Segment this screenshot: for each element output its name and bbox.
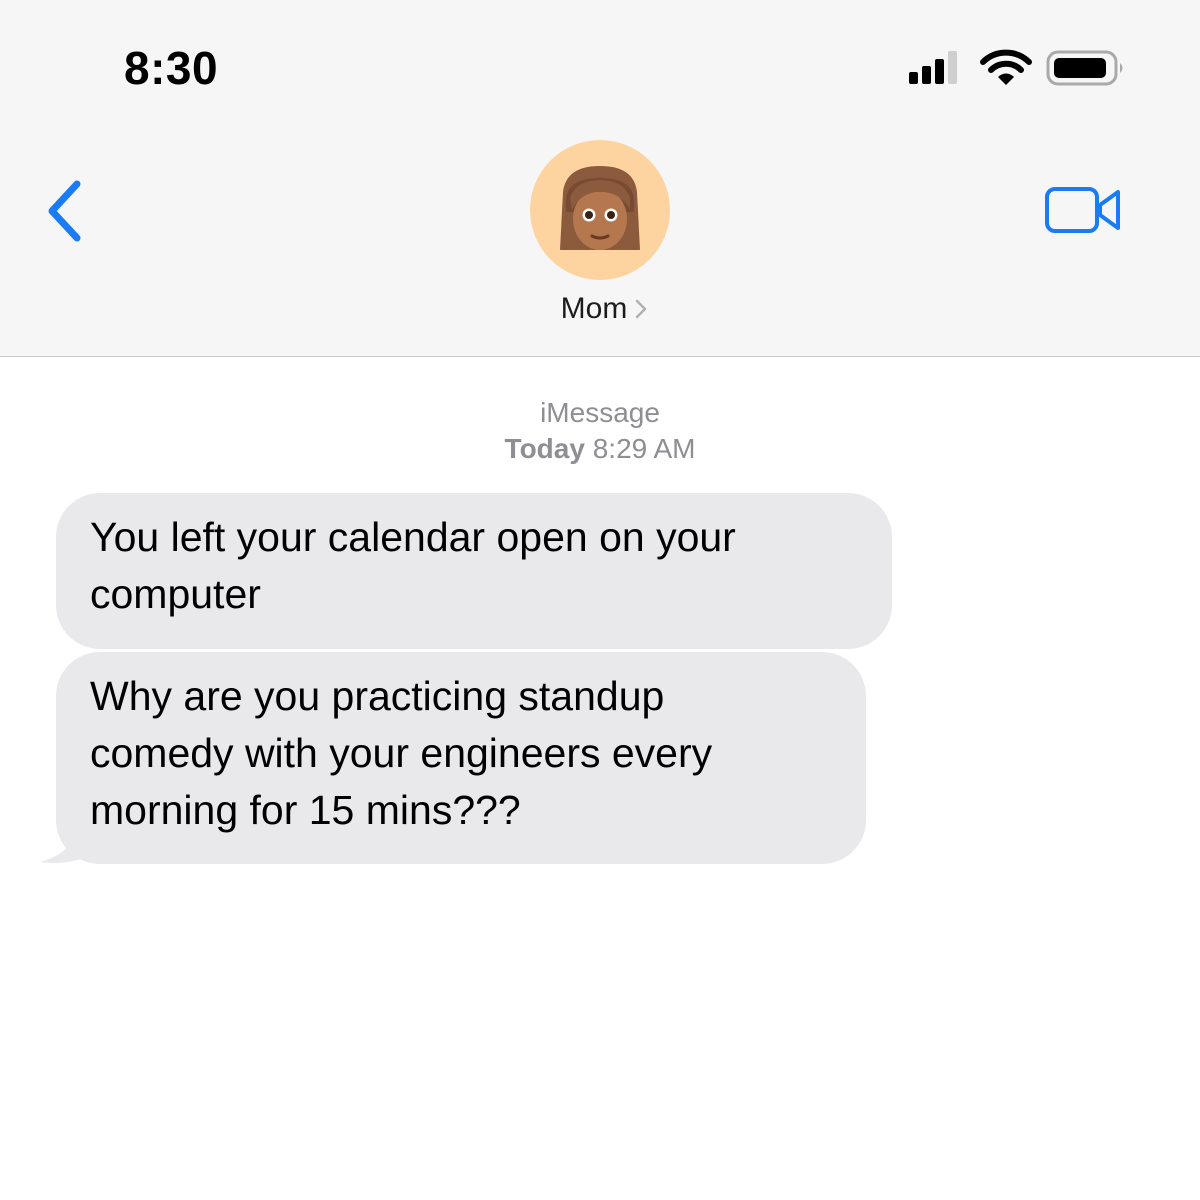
woman-emoji-avatar-icon [560,166,640,250]
message-line: morning for 15 mins??? [90,787,521,833]
service-label: iMessage [540,397,660,428]
navigation-header: 8:30 Mom [0,0,1200,357]
message-bubble-incoming[interactable]: You left your calendar open on your comp… [56,493,892,649]
message-bubble-incoming[interactable]: Why are you practicing standup comedy wi… [56,652,866,864]
message-line: computer [90,571,261,617]
facetime-video-button[interactable] [1044,184,1124,238]
contact-details-button[interactable]: Mom [553,292,648,326]
contact-avatar[interactable] [530,140,670,280]
timestamp-day: Today [504,433,585,464]
back-button[interactable] [40,176,90,246]
contact-name: Mom [560,292,628,325]
chevron-left-icon [48,180,81,242]
cellular-signal-icon [909,51,957,84]
video-camera-icon [1045,187,1120,233]
contact-name-row: Mom [0,292,1200,332]
status-icons [905,48,1130,88]
battery-icon [1046,50,1123,86]
chevron-right-icon [636,299,647,319]
message-timestamp: Today 8:29 AM [0,432,1200,466]
status-time: 8:30 [124,42,219,94]
message-line: comedy with your engineers every [90,730,713,776]
message-line: Why are you practicing standup [90,673,665,719]
message-line: You left your calendar open on your [90,514,736,560]
wifi-icon [980,49,1032,85]
timestamp-time: 8:29 AM [592,433,696,464]
